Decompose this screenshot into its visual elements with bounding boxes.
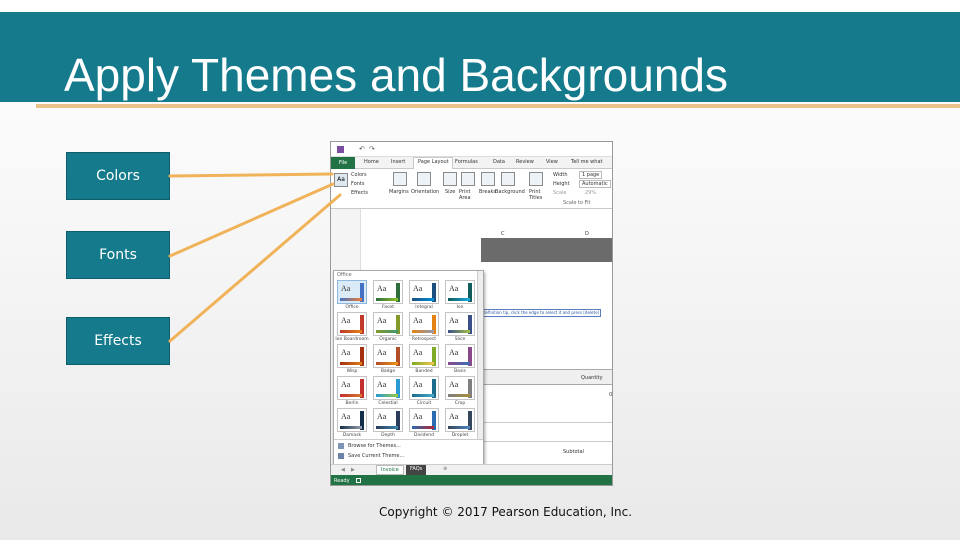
colors-arrow bbox=[168, 172, 334, 178]
slide: Apply Themes and Backgrounds Colors Font… bbox=[0, 0, 960, 540]
fonts-arrow bbox=[168, 182, 335, 258]
callout-arrows bbox=[168, 172, 342, 343]
copyright-notice: Copyright © 2017 Pearson Education, Inc. bbox=[379, 505, 633, 519]
